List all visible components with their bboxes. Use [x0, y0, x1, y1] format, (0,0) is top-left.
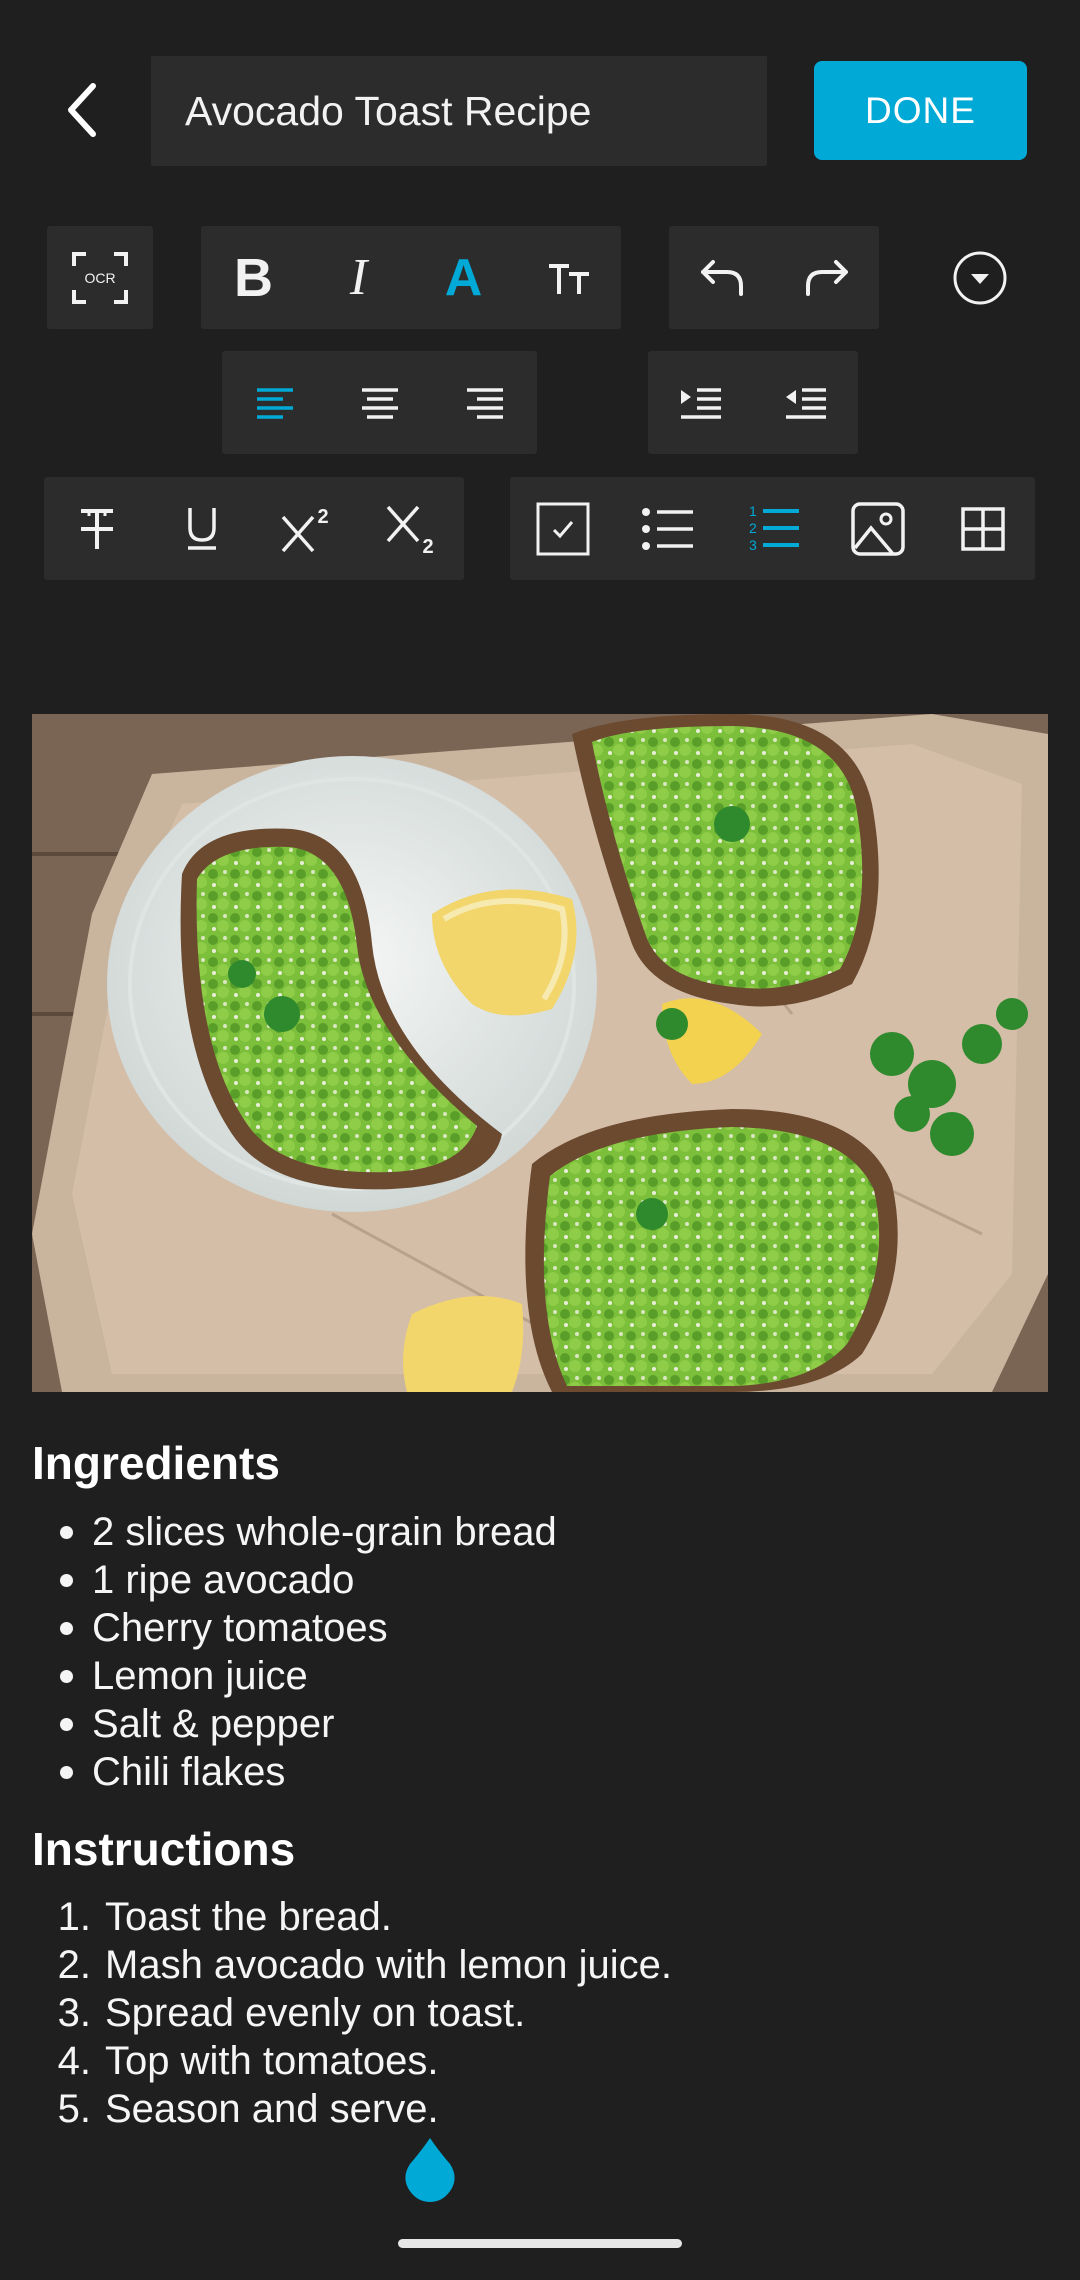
ocr-scan-icon: OCR [71, 251, 128, 304]
instructions-heading: Instructions [32, 1823, 296, 1875]
bullet-list-button[interactable] [615, 477, 720, 580]
svg-text:OCR: OCR [84, 270, 115, 286]
list-item: 2. Mash avocado with lemon juice. [57, 1943, 672, 1987]
note-title-field[interactable]: Avocado Toast Recipe [151, 56, 767, 166]
more-options-button[interactable] [927, 226, 1032, 329]
more-dropdown-icon [953, 251, 1006, 304]
insert-group: 1 2 3 [510, 477, 1035, 580]
svg-text:1: 1 [749, 504, 757, 519]
underline-icon [187, 507, 216, 550]
list-item: 2 slices whole-grain bread [32, 1508, 557, 1556]
bold-icon: B [234, 247, 273, 308]
text-cursor-handle[interactable] [402, 2136, 458, 2204]
text-color-button[interactable]: A [411, 226, 516, 329]
svg-text:2: 2 [749, 520, 757, 536]
photo-illustration [32, 714, 1048, 1392]
underline-button[interactable] [149, 477, 254, 580]
bullet-icon [60, 1669, 73, 1683]
list-item: 4. Top with tomatoes. [57, 2039, 439, 2083]
list-item: Lemon juice [32, 1652, 557, 1700]
list-item: 3. Spread evenly on toast. [57, 1991, 526, 2035]
indent-icon [680, 387, 721, 419]
align-left-icon [256, 387, 293, 419]
avocado-toast-image[interactable] [32, 714, 1048, 1392]
undo-button[interactable] [669, 226, 774, 329]
checkbox-icon [536, 502, 589, 555]
bullet-icon [60, 1765, 73, 1779]
done-button[interactable]: DONE [814, 61, 1027, 160]
note-editor-screen: Avocado Toast Recipe DONE OCR B I A 2 2 … [0, 0, 1080, 2280]
svg-text:2: 2 [317, 506, 328, 528]
ocr-scan-button[interactable]: OCR [47, 226, 152, 329]
alignment-group [222, 351, 537, 454]
instructions-list[interactable]: 1. Toast the bread. 2. Mash avocado with l… [32, 1893, 672, 2133]
text-size-button[interactable] [516, 226, 621, 329]
insert-image-button[interactable] [825, 477, 930, 580]
home-indicator[interactable] [398, 2239, 682, 2248]
align-right-icon [466, 387, 503, 419]
strikethrough-button[interactable] [44, 477, 149, 580]
bullet-icon [60, 1573, 73, 1587]
note-title-value: Avocado Toast Recipe [185, 87, 592, 134]
numbered-list-button[interactable]: 1 2 3 [720, 477, 825, 580]
align-right-button[interactable] [432, 351, 537, 454]
list-item: Salt & pepper [32, 1700, 557, 1748]
ocr-group: OCR [47, 226, 153, 329]
bullet-icon [60, 1717, 73, 1731]
indent-button[interactable] [648, 351, 753, 454]
text-size-icon [548, 263, 589, 294]
history-group [669, 226, 879, 329]
align-left-button[interactable] [222, 351, 327, 454]
italic-icon: I [349, 248, 368, 306]
superscript-icon: 2 [281, 506, 328, 552]
outdent-icon [785, 387, 826, 419]
subscript-icon: 2 [386, 505, 433, 555]
undo-icon [700, 259, 743, 296]
text-color-icon: A [444, 248, 483, 307]
outdent-button[interactable] [753, 351, 858, 454]
checkbox-button[interactable] [510, 477, 615, 580]
text-effects-group: 2 2 [44, 477, 464, 580]
bullet-list-icon [641, 507, 693, 550]
align-center-button[interactable] [327, 351, 432, 454]
text-style-group: B I A [201, 226, 621, 329]
numbered-list-icon: 1 2 3 [749, 504, 799, 553]
redo-button[interactable] [774, 226, 879, 329]
bold-button[interactable]: B [201, 226, 306, 329]
back-button[interactable] [48, 70, 118, 150]
bullet-icon [60, 1621, 73, 1635]
superscript-button[interactable]: 2 [254, 477, 359, 580]
subscript-button[interactable]: 2 [359, 477, 464, 580]
ingredients-list[interactable]: 2 slices whole-grain bread 1 ripe avocad… [32, 1508, 557, 1796]
table-icon [960, 506, 1005, 551]
insert-image-icon [850, 501, 905, 556]
list-item: Cherry tomatoes [32, 1604, 557, 1652]
list-item: 1. Toast the bread. [57, 1895, 392, 1939]
chevron-left-icon [68, 83, 96, 137]
list-item: Chili flakes [32, 1748, 557, 1796]
bullet-icon [60, 1525, 73, 1539]
align-center-icon [361, 387, 398, 419]
strikethrough-icon [80, 508, 113, 549]
indent-group [648, 351, 858, 454]
italic-button[interactable]: I [306, 226, 411, 329]
ingredients-heading: Ingredients [32, 1437, 280, 1489]
list-item: 1 ripe avocado [32, 1556, 557, 1604]
svg-text:2: 2 [422, 536, 433, 555]
list-item: 5. Season and serve. [57, 2087, 439, 2131]
svg-text:3: 3 [749, 537, 757, 553]
table-button[interactable] [930, 477, 1035, 580]
redo-icon [805, 259, 848, 296]
